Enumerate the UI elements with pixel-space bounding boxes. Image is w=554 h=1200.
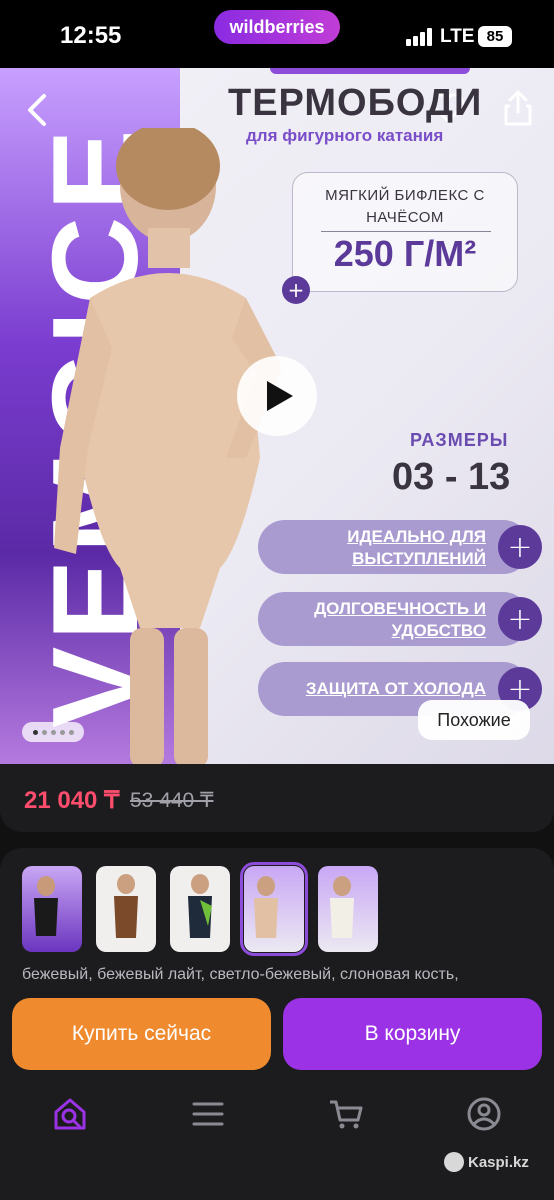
sizes-value: 03 - 13 [392,456,511,498]
feature-text: ЗАЩИТА ОТ ХОЛОДА [305,679,486,698]
carousel-page-indicator [22,722,84,742]
feature-text: ИДЕАЛЬНО ДЛЯ ВЫСТУПЛЕНИЙ [347,526,486,570]
status-bar: 12:55 wildberries LTE 85 [0,0,554,68]
search-home-icon[interactable] [50,1094,90,1134]
fabric-info-card: МЯГКИЙ БИФЛЕКС С НАЧЁСОМ 250 Г/М² [292,172,518,292]
share-icon[interactable] [500,88,536,128]
fabric-density-value: 250 Г/М² [333,233,477,274]
color-variant-list [22,862,378,956]
hero-subtitle: для фигурного катания [246,126,444,145]
profile-icon[interactable] [464,1094,504,1134]
menu-icon[interactable] [188,1094,228,1134]
plus-icon[interactable]: + [498,525,542,569]
feature-line: ИДЕАЛЬНО ДЛЯ [347,527,486,546]
bottom-tab-bar [0,1088,554,1148]
fabric-line-1: МЯГКИЙ БИФЛЕКС С [325,187,485,204]
sizes-label: РАЗМЕРЫ [410,430,509,450]
variant-thumbnail[interactable] [318,866,378,952]
hero-top-accent [270,68,470,74]
add-to-cart-button[interactable]: В корзину [283,998,542,1070]
buy-now-button[interactable]: Купить сейчас [12,998,271,1070]
color-names: бежевый, бежевый лайт, светло-бежевый, с… [22,966,459,983]
network-label: LTE [440,26,475,47]
variant-thumbnail-selected[interactable] [240,862,308,956]
fabric-divider [321,231,491,232]
status-time: 12:55 [60,22,122,49]
fabric-line-2: НАЧЁСОМ [366,209,444,226]
variant-thumbnail[interactable] [96,866,156,952]
variant-thumbnail[interactable] [170,866,230,952]
feature-line: ВЫСТУПЛЕНИЙ [352,549,486,568]
variant-thumbnail[interactable] [22,866,82,952]
cart-icon[interactable] [326,1094,366,1134]
product-image-carousel[interactable]: VEMGICE ТЕРМОБОДИ для фигурного катания … [0,68,554,764]
price-block: 21 040 ₸ 53 440 ₸ [0,764,554,832]
old-price: 53 440 ₸ [130,789,214,812]
feature-pill-performance[interactable]: ИДЕАЛЬНО ДЛЯ ВЫСТУПЛЕНИЙ + [258,520,542,574]
signal-icon [406,28,434,46]
feature-pill-durability[interactable]: ДОЛГОВЕЧНОСТЬ И УДОБСТВО + [258,592,542,646]
similar-button[interactable]: Похожие [418,700,530,740]
feature-line: ДОЛГОВЕЧНОСТЬ И [314,599,486,618]
plus-icon[interactable]: + [498,597,542,641]
battery-indicator: 85 [478,26,512,47]
feature-line: УДОБСТВО [391,621,486,640]
back-icon[interactable] [22,90,54,130]
kaspi-watermark: Kaspi.kz [444,1152,529,1172]
kaspi-logo-icon [444,1152,464,1172]
watermark-text: Kaspi.kz [468,1153,529,1171]
fabric-expand-plus-icon[interactable]: + [282,276,310,304]
hero-title: ТЕРМОБОДИ [228,82,483,124]
wildberries-logo[interactable]: wildberries [214,10,340,44]
product-model-figure [54,128,282,764]
purchase-sheet: бежевый, бежевый лайт, светло-бежевый, с… [0,848,554,1200]
current-price: 21 040 ₸ [24,787,120,814]
feature-text: ДОЛГОВЕЧНОСТЬ И УДОБСТВО [314,598,486,642]
play-video-button[interactable] [237,356,317,436]
